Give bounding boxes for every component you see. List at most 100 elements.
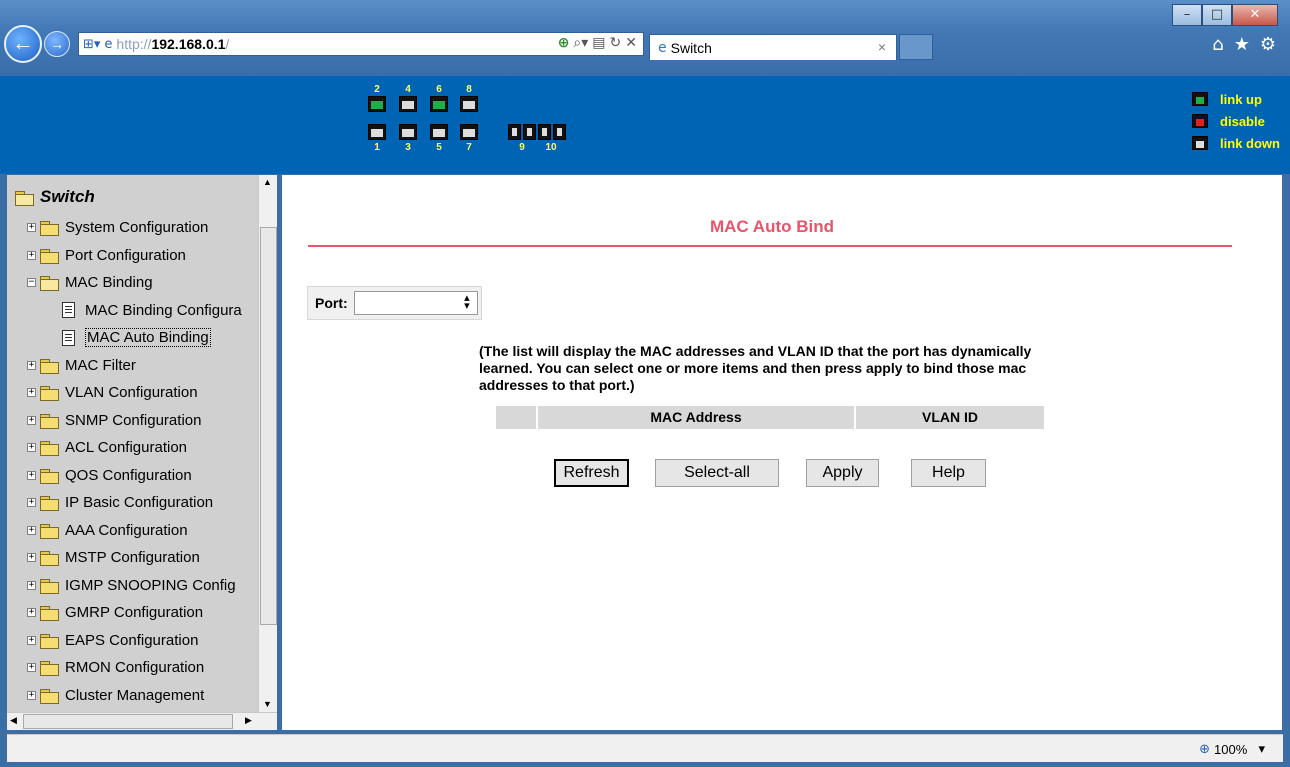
sidebar-item-label: AAA Configuration [65,521,188,539]
sidebar-item-mac-auto-binding[interactable]: MAC Auto Binding [62,324,211,351]
vertical-scrollbar[interactable]: ▲ ▼ [258,175,277,715]
sidebar-item-system-configuration[interactable]: + System Configuration [27,214,208,241]
settings-gear-icon[interactable]: ⚙ [1260,34,1276,55]
port-number: 2 [374,84,380,95]
scroll-left-icon[interactable]: ◀ [10,715,17,726]
home-icon[interactable]: ⌂ [1212,34,1223,55]
address-protocol: http:// [116,36,152,52]
folder-icon [40,523,59,539]
port-legend: link up disable link down [1192,88,1280,154]
sidebar-item-port-configuration[interactable]: + Port Configuration [27,242,186,269]
expand-icon[interactable]: + [27,470,36,480]
scroll-right-icon[interactable]: ▶ [245,715,252,726]
stop-icon[interactable]: ✕ [625,35,637,51]
expand-icon[interactable]: + [27,443,36,452]
expand-icon[interactable]: + [27,360,36,370]
port-7[interactable] [460,124,478,140]
sidebar-item-label: ACL Configuration [65,439,188,456]
scroll-thumb[interactable] [23,714,233,729]
go-icon[interactable]: ⊕ [558,35,570,51]
sidebar-item-label: VLAN Configuration [65,384,198,401]
minimize-icon[interactable]: – [1172,4,1202,26]
port-4[interactable] [399,96,417,112]
search-icon[interactable]: ⌕▾ [573,35,588,51]
sidebar-item-mac-filter[interactable]: + MAC Filter [27,352,136,379]
port-number: 5 [436,142,442,153]
document-icon [62,302,75,318]
apply-button[interactable]: Apply [806,459,879,487]
expand-icon[interactable]: + [27,580,36,590]
port-number: 8 [466,84,472,95]
port-8[interactable] [460,96,478,112]
tab-close-icon[interactable]: × [878,39,886,55]
collapse-icon[interactable]: − [27,278,36,287]
expand-icon[interactable]: + [27,525,36,535]
scroll-up-icon[interactable]: ▲ [263,177,272,187]
help-button[interactable]: Help [911,459,986,487]
port-9-sfp[interactable] [508,124,536,140]
vlan-id-column-header: VLAN ID [855,405,1045,430]
expand-icon[interactable]: + [27,635,36,645]
expand-icon[interactable]: + [27,223,36,232]
folder-icon [40,386,59,401]
refresh-button[interactable]: Refresh [554,459,629,487]
close-icon[interactable]: ✕ [1232,4,1278,26]
compat-icon[interactable]: ⊞▾ [83,37,100,52]
zoom-control[interactable]: ⊕ 100% ▾ [1199,741,1265,757]
sidebar-item-vlan-configuration[interactable]: + VLAN Configuration [27,379,198,406]
expand-icon[interactable]: + [27,690,36,700]
address-bar[interactable]: ⊞▾ e http:// 192.168.0.1 / ⊕ ⌕▾ ▤ ↻ ✕ [78,32,644,56]
sidebar-item-igmp-snooping-config[interactable]: + IGMP SNOOPING Config [27,572,236,599]
sidebar-item-label: EAPS Configuration [65,631,199,649]
favorites-star-icon[interactable]: ★ [1234,34,1250,55]
sidebar-item-rmon-configuration[interactable]: + RMON Configuration [27,654,204,681]
back-button[interactable]: ← [4,25,42,63]
port-3[interactable] [399,124,417,140]
expand-icon[interactable]: + [27,250,36,260]
legend-label: disable [1220,113,1265,129]
chevron-down-icon[interactable]: ▾ [1251,741,1265,757]
expand-icon[interactable]: + [27,498,36,507]
expand-icon[interactable]: + [27,415,36,425]
mac-table-header: MAC Address VLAN ID [495,405,1045,430]
sidebar-item-eaps-configuration[interactable]: + EAPS Configuration [27,627,198,654]
expand-icon[interactable]: + [27,388,36,397]
sidebar-item-gmrp-configuration[interactable]: + GMRP Configuration [27,599,203,626]
forward-button[interactable]: → [44,31,70,57]
sidebar-item-qos-configuration[interactable]: + QOS Configuration [27,462,192,489]
maximize-icon[interactable]: □ [1202,4,1232,26]
tree-root-label: Switch [40,187,95,206]
sidebar-item-label: MAC Filter [65,356,136,374]
horizontal-scrollbar[interactable]: ◀ ▶ [7,712,277,730]
compat-view-icon[interactable]: ▤ [592,35,605,51]
scroll-down-icon[interactable]: ▼ [263,699,272,709]
browser-tools: ⌂ ★ ⚙ [1212,34,1276,55]
sidebar-item-label: System Configuration [65,219,209,236]
expand-icon[interactable]: + [27,663,36,672]
port-5[interactable] [430,124,448,140]
select-all-button[interactable]: Select-all [655,459,779,487]
tree-root[interactable]: Switch [15,187,95,207]
sidebar-item-ip-basic-configuration[interactable]: + IP Basic Configuration [27,489,213,516]
refresh-icon[interactable]: ↻ [610,35,622,51]
folder-icon [40,578,59,594]
sidebar-item-cluster-management[interactable]: + Cluster Management [27,682,204,709]
scroll-thumb[interactable] [260,227,277,625]
port-1[interactable] [368,124,386,140]
port-select[interactable]: ▴ ▾ [353,291,478,315]
port-2[interactable] [368,96,386,112]
sidebar-item-mac-binding[interactable]: − MAC Binding [27,269,153,296]
sidebar-item-mstp-configuration[interactable]: + MSTP Configuration [27,544,200,571]
port-6[interactable] [430,96,448,112]
port-10-sfp[interactable] [538,124,566,140]
expand-icon[interactable]: + [27,608,36,617]
expand-icon[interactable]: + [27,553,36,562]
legend-label: link down [1220,135,1280,151]
main-content: MAC Auto Bind Port: ▴ ▾ (The list will di… [282,175,1282,730]
sidebar-item-aaa-configuration[interactable]: + AAA Configuration [27,517,188,544]
sidebar-item-mac-binding-configura[interactable]: MAC Binding Configura [62,297,242,324]
browser-tab[interactable]: e Switch × [649,34,897,60]
sidebar-item-acl-configuration[interactable]: + ACL Configuration [27,434,187,461]
new-tab-button[interactable] [899,34,933,60]
sidebar-item-snmp-configuration[interactable]: + SNMP Configuration [27,407,201,434]
